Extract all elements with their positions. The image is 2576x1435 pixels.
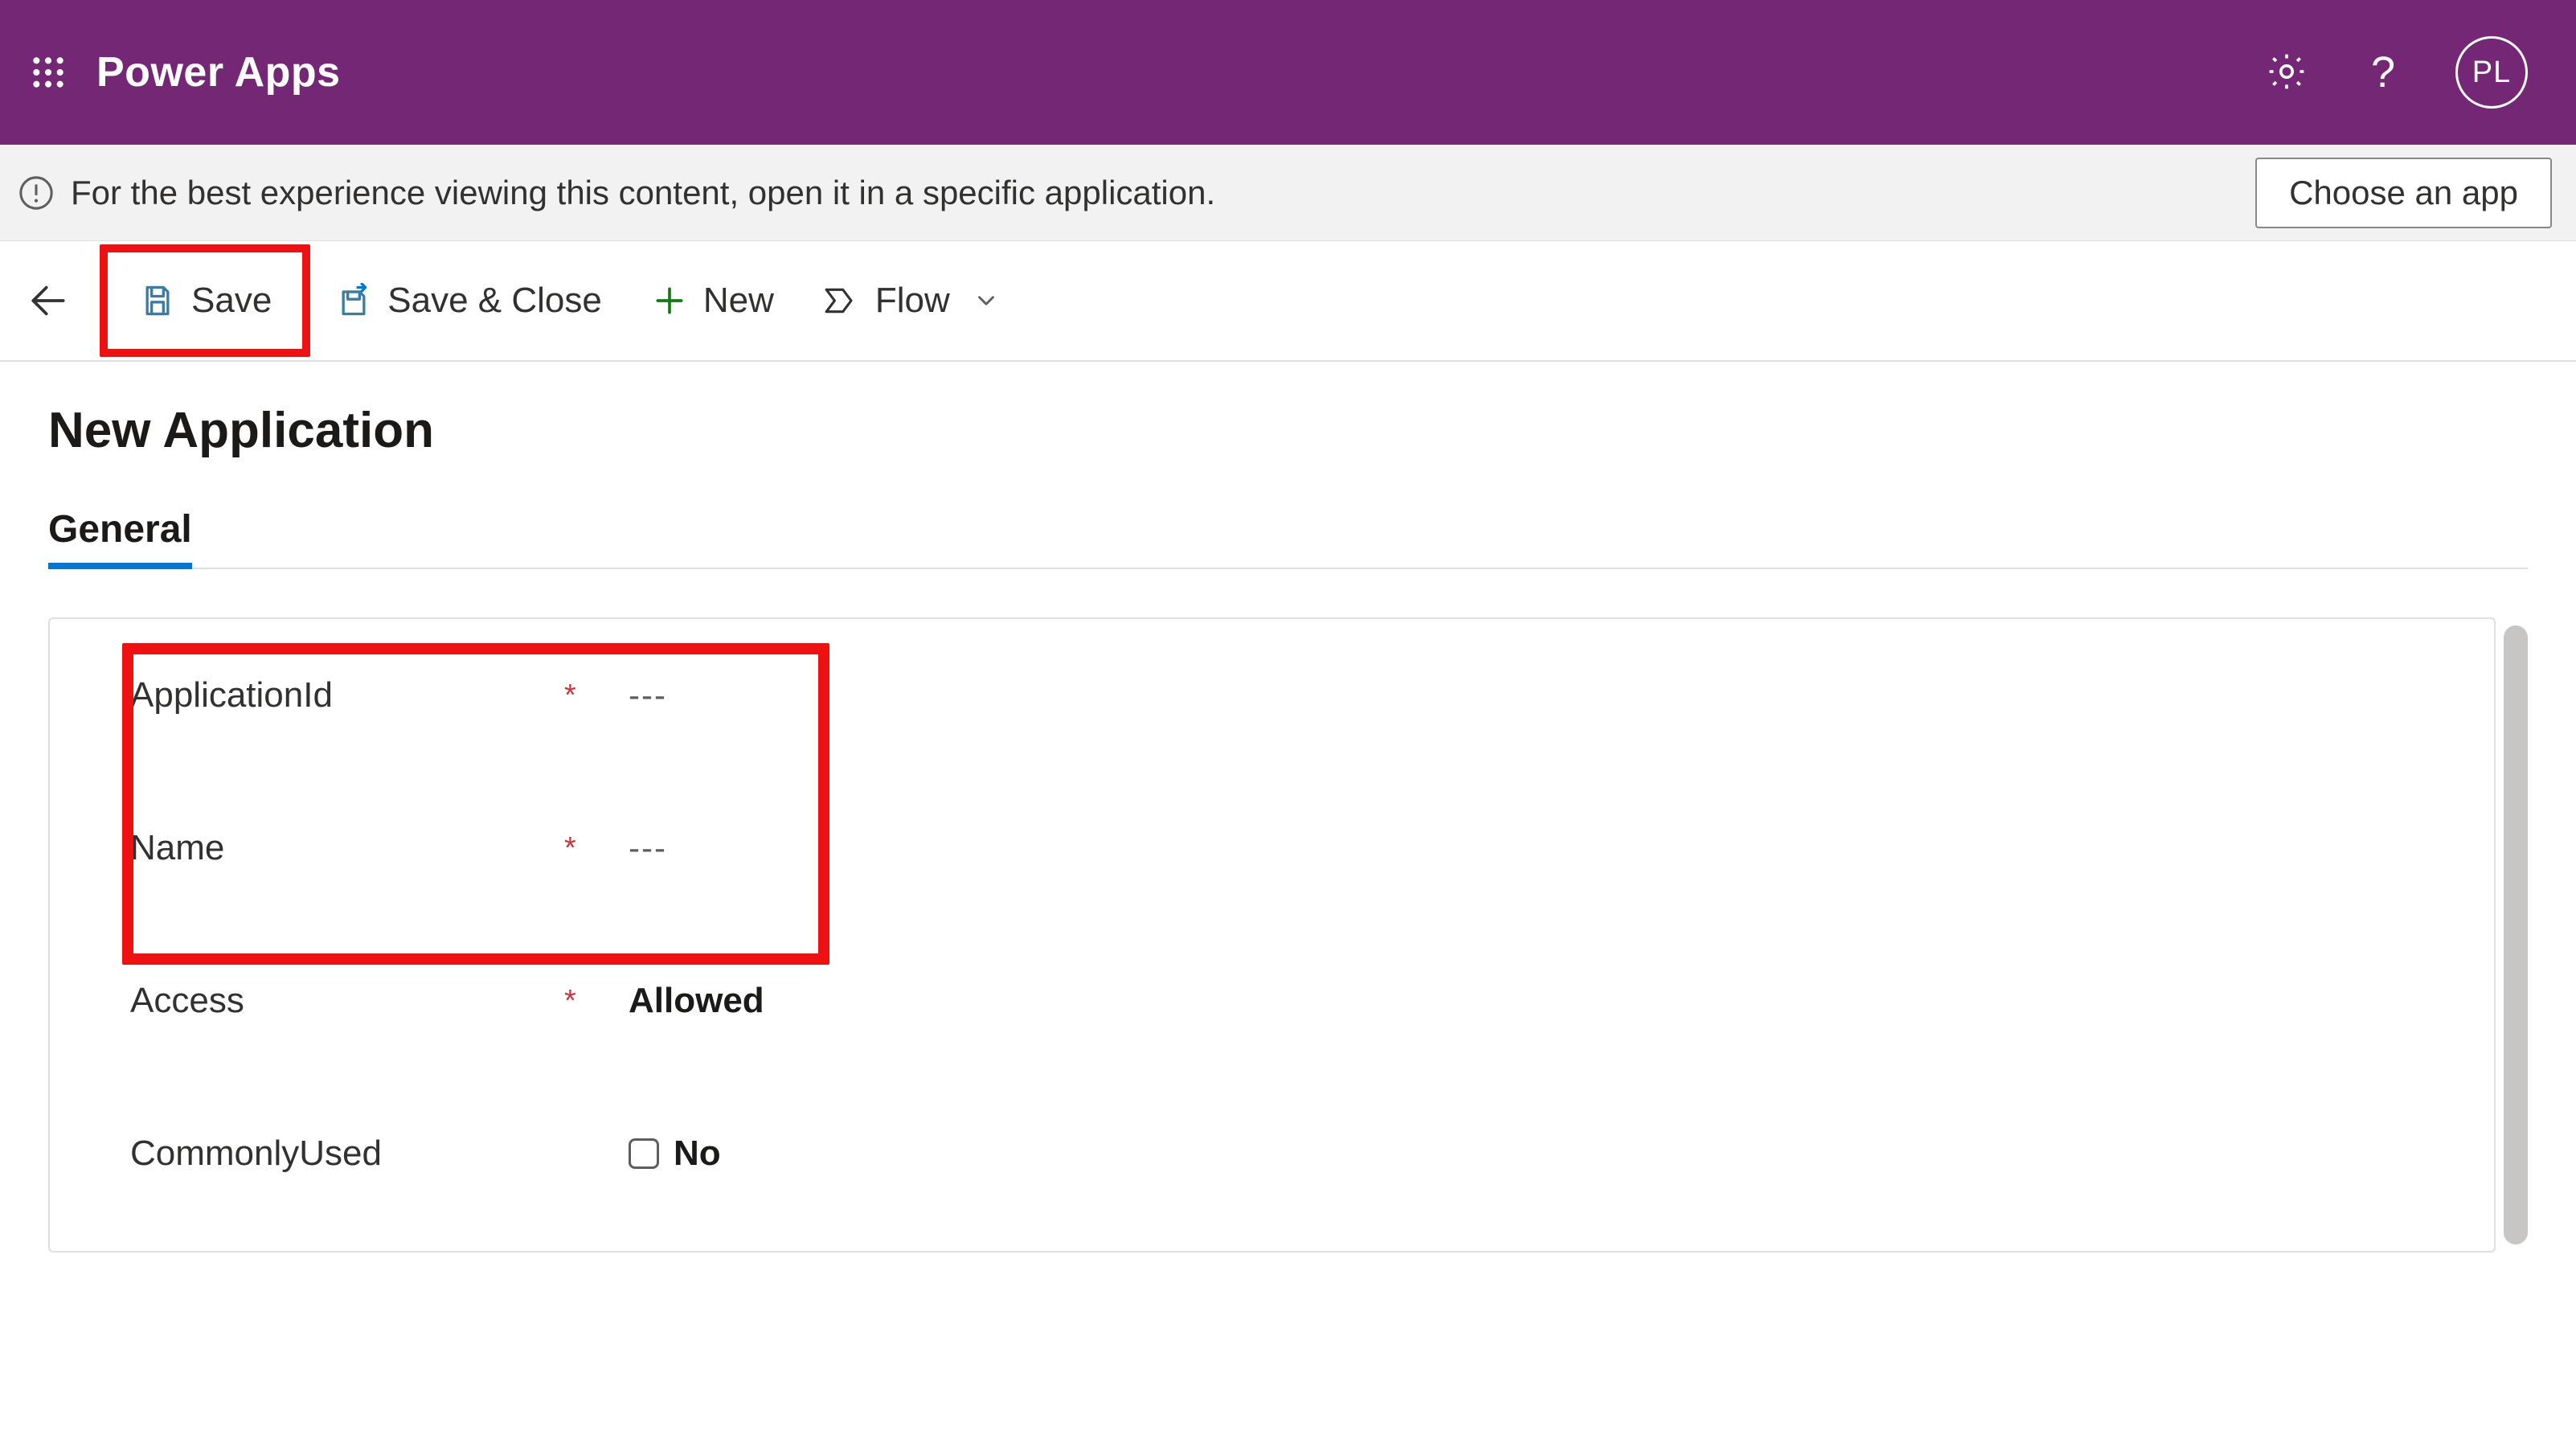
info-bar: For the best experience viewing this con…	[0, 145, 2576, 241]
field-value-application-id[interactable]: ---	[629, 676, 667, 715]
field-application-id: ApplicationId * ---	[50, 619, 2494, 772]
tab-general[interactable]: General	[48, 507, 192, 568]
settings-button[interactable]	[2263, 48, 2311, 96]
avatar-initials: PL	[2472, 55, 2511, 90]
required-marker: *	[564, 984, 629, 1019]
flow-icon	[822, 281, 861, 320]
save-icon	[138, 281, 177, 320]
gear-icon	[2265, 50, 2308, 96]
commonly-used-checkbox[interactable]	[629, 1138, 659, 1169]
new-button[interactable]: New	[626, 260, 798, 341]
help-button[interactable]: ?	[2359, 48, 2407, 96]
page-title: New Application	[48, 402, 2528, 459]
field-value-name[interactable]: ---	[629, 829, 667, 867]
field-access: Access * Allowed	[50, 925, 2494, 1077]
field-value-commonly-used: No	[674, 1134, 721, 1174]
new-label: New	[703, 281, 774, 321]
flow-label: Flow	[875, 281, 950, 321]
form-card: ApplicationId * --- Name * --- Access * …	[48, 617, 2496, 1253]
save-close-icon	[334, 281, 373, 320]
field-value-access[interactable]: Allowed	[629, 981, 764, 1021]
user-avatar[interactable]: PL	[2455, 36, 2528, 109]
info-bar-message: For the best experience viewing this con…	[71, 174, 1215, 212]
required-marker: *	[564, 679, 629, 713]
app-title: Power Apps	[96, 48, 341, 96]
flow-button[interactable]: Flow	[798, 260, 1024, 341]
app-header: Power Apps ? PL	[0, 0, 2576, 145]
field-commonly-used: CommonlyUsed No	[50, 1077, 2494, 1230]
required-marker: *	[564, 831, 629, 866]
vertical-scrollbar[interactable]	[2504, 625, 2528, 1244]
field-label-application-id: ApplicationId	[130, 675, 564, 715]
command-bar: Save Save & Close New Flow	[0, 241, 2576, 362]
highlight-save: Save	[100, 244, 310, 357]
save-label: Save	[191, 281, 272, 321]
field-name: Name * ---	[50, 772, 2494, 925]
tabs: General	[48, 507, 2528, 569]
save-close-label: Save & Close	[387, 281, 602, 321]
waffle-icon[interactable]	[24, 48, 72, 96]
help-icon: ?	[2371, 47, 2395, 97]
save-and-close-button[interactable]: Save & Close	[310, 260, 626, 341]
save-button[interactable]: Save	[114, 260, 296, 341]
plus-icon	[650, 281, 689, 320]
field-label-name: Name	[130, 828, 564, 868]
choose-app-button[interactable]: Choose an app	[2255, 158, 2552, 228]
back-button[interactable]	[16, 269, 80, 333]
field-label-access: Access	[130, 981, 564, 1021]
field-label-commonly-used: CommonlyUsed	[130, 1134, 564, 1174]
chevron-down-icon	[973, 287, 1000, 314]
info-icon	[16, 173, 56, 213]
